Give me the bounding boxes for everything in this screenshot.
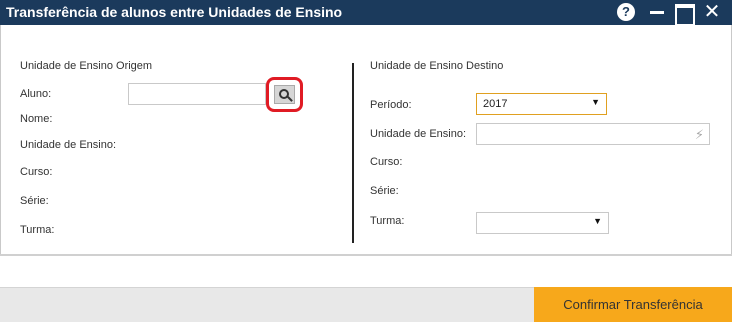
origem-section-title: Unidade de Ensino Origem — [20, 60, 153, 72]
destino-turma-label: Turma: — [370, 215, 405, 227]
confirm-transfer-button[interactable]: Confirmar Transferência — [534, 287, 732, 322]
destino-section-title: Unidade de Ensino Destino — [370, 60, 504, 72]
origem-unidade-label: Unidade de Ensino: — [20, 139, 117, 151]
content-bottom-rule — [0, 254, 732, 256]
periodo-select[interactable]: 2017 ▼ — [476, 93, 607, 115]
destino-serie-label: Série: — [370, 185, 399, 197]
window-title: Transferência de alunos entre Unidades d… — [6, 4, 343, 20]
minimize-icon[interactable] — [648, 3, 666, 21]
maximize-icon[interactable] — [674, 3, 695, 26]
bolt-icon[interactable]: ⚡ — [695, 127, 704, 143]
help-icon[interactable]: ? — [617, 3, 635, 21]
close-icon[interactable]: ✕ — [703, 2, 721, 22]
origem-serie-label: Série: — [20, 195, 49, 207]
origem-turma-label: Turma: — [20, 224, 55, 236]
chevron-down-icon: ▼ — [591, 97, 600, 107]
aluno-label: Aluno: — [20, 88, 52, 100]
destino-unidade-label: Unidade de Ensino: — [370, 128, 467, 140]
search-icon — [274, 85, 295, 104]
section-divider — [352, 63, 354, 243]
turma-destino-select[interactable]: ▼ — [476, 212, 609, 234]
destino-curso-label: Curso: — [370, 156, 403, 168]
unidade-destino-input[interactable]: ⚡ — [476, 123, 710, 145]
search-aluno-button[interactable] — [266, 77, 303, 112]
chevron-down-icon: ▼ — [593, 216, 602, 226]
periodo-value: 2017 — [483, 98, 508, 110]
aluno-input[interactable] — [128, 83, 266, 105]
title-bar: Transferência de alunos entre Unidades d… — [0, 0, 732, 26]
origem-curso-label: Curso: — [20, 166, 53, 178]
nome-label: Nome: — [20, 113, 53, 125]
periodo-label: Período: — [370, 99, 412, 111]
